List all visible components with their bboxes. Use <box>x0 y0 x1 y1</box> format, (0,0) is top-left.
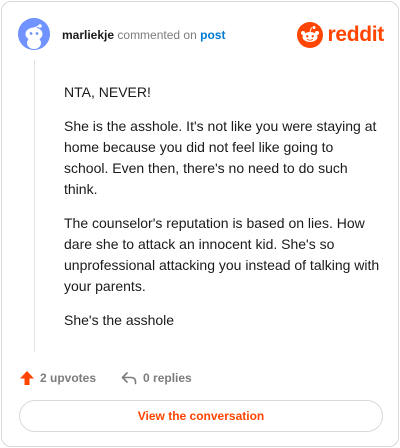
brand-wordmark: reddit <box>327 23 384 46</box>
username-link[interactable]: marliekje <box>62 28 114 42</box>
comment-meta: marliekje commented on post <box>62 28 225 42</box>
upvotes-count: 2 upvotes <box>40 371 97 385</box>
replies-button[interactable]: 0 replies <box>96 369 192 387</box>
comment-paragraph: She is the asshole. It's not like you we… <box>64 118 377 197</box>
comment-paragraph: NTA, NEVER! <box>64 84 151 100</box>
comment-paragraph: She's the asshole <box>64 312 175 328</box>
upvote-button[interactable]: 2 upvotes <box>18 369 96 387</box>
post-link[interactable]: post <box>200 28 225 42</box>
comment-actions: 2 upvotes 0 replies <box>18 368 192 388</box>
reddit-logo-icon <box>297 22 324 48</box>
thread-line <box>34 60 35 352</box>
action-text: commented on <box>117 28 197 42</box>
comment-paragraph: The counselor's reputation is based on l… <box>64 215 380 294</box>
upvote-arrow-icon <box>20 371 34 385</box>
reply-arrow-icon <box>121 372 137 385</box>
comment-body: NTA, NEVER! She is the asshole. It's not… <box>64 82 380 344</box>
view-conversation-button[interactable]: View the conversation <box>19 400 383 432</box>
reddit-brand[interactable]: reddit <box>297 21 384 49</box>
comment-header: marliekje commented on post reddit <box>2 2 398 66</box>
comment-card: marliekje commented on post reddit NTA, … <box>1 1 399 447</box>
snoo-avatar-icon[interactable] <box>18 18 50 50</box>
replies-count: 0 replies <box>143 371 192 385</box>
